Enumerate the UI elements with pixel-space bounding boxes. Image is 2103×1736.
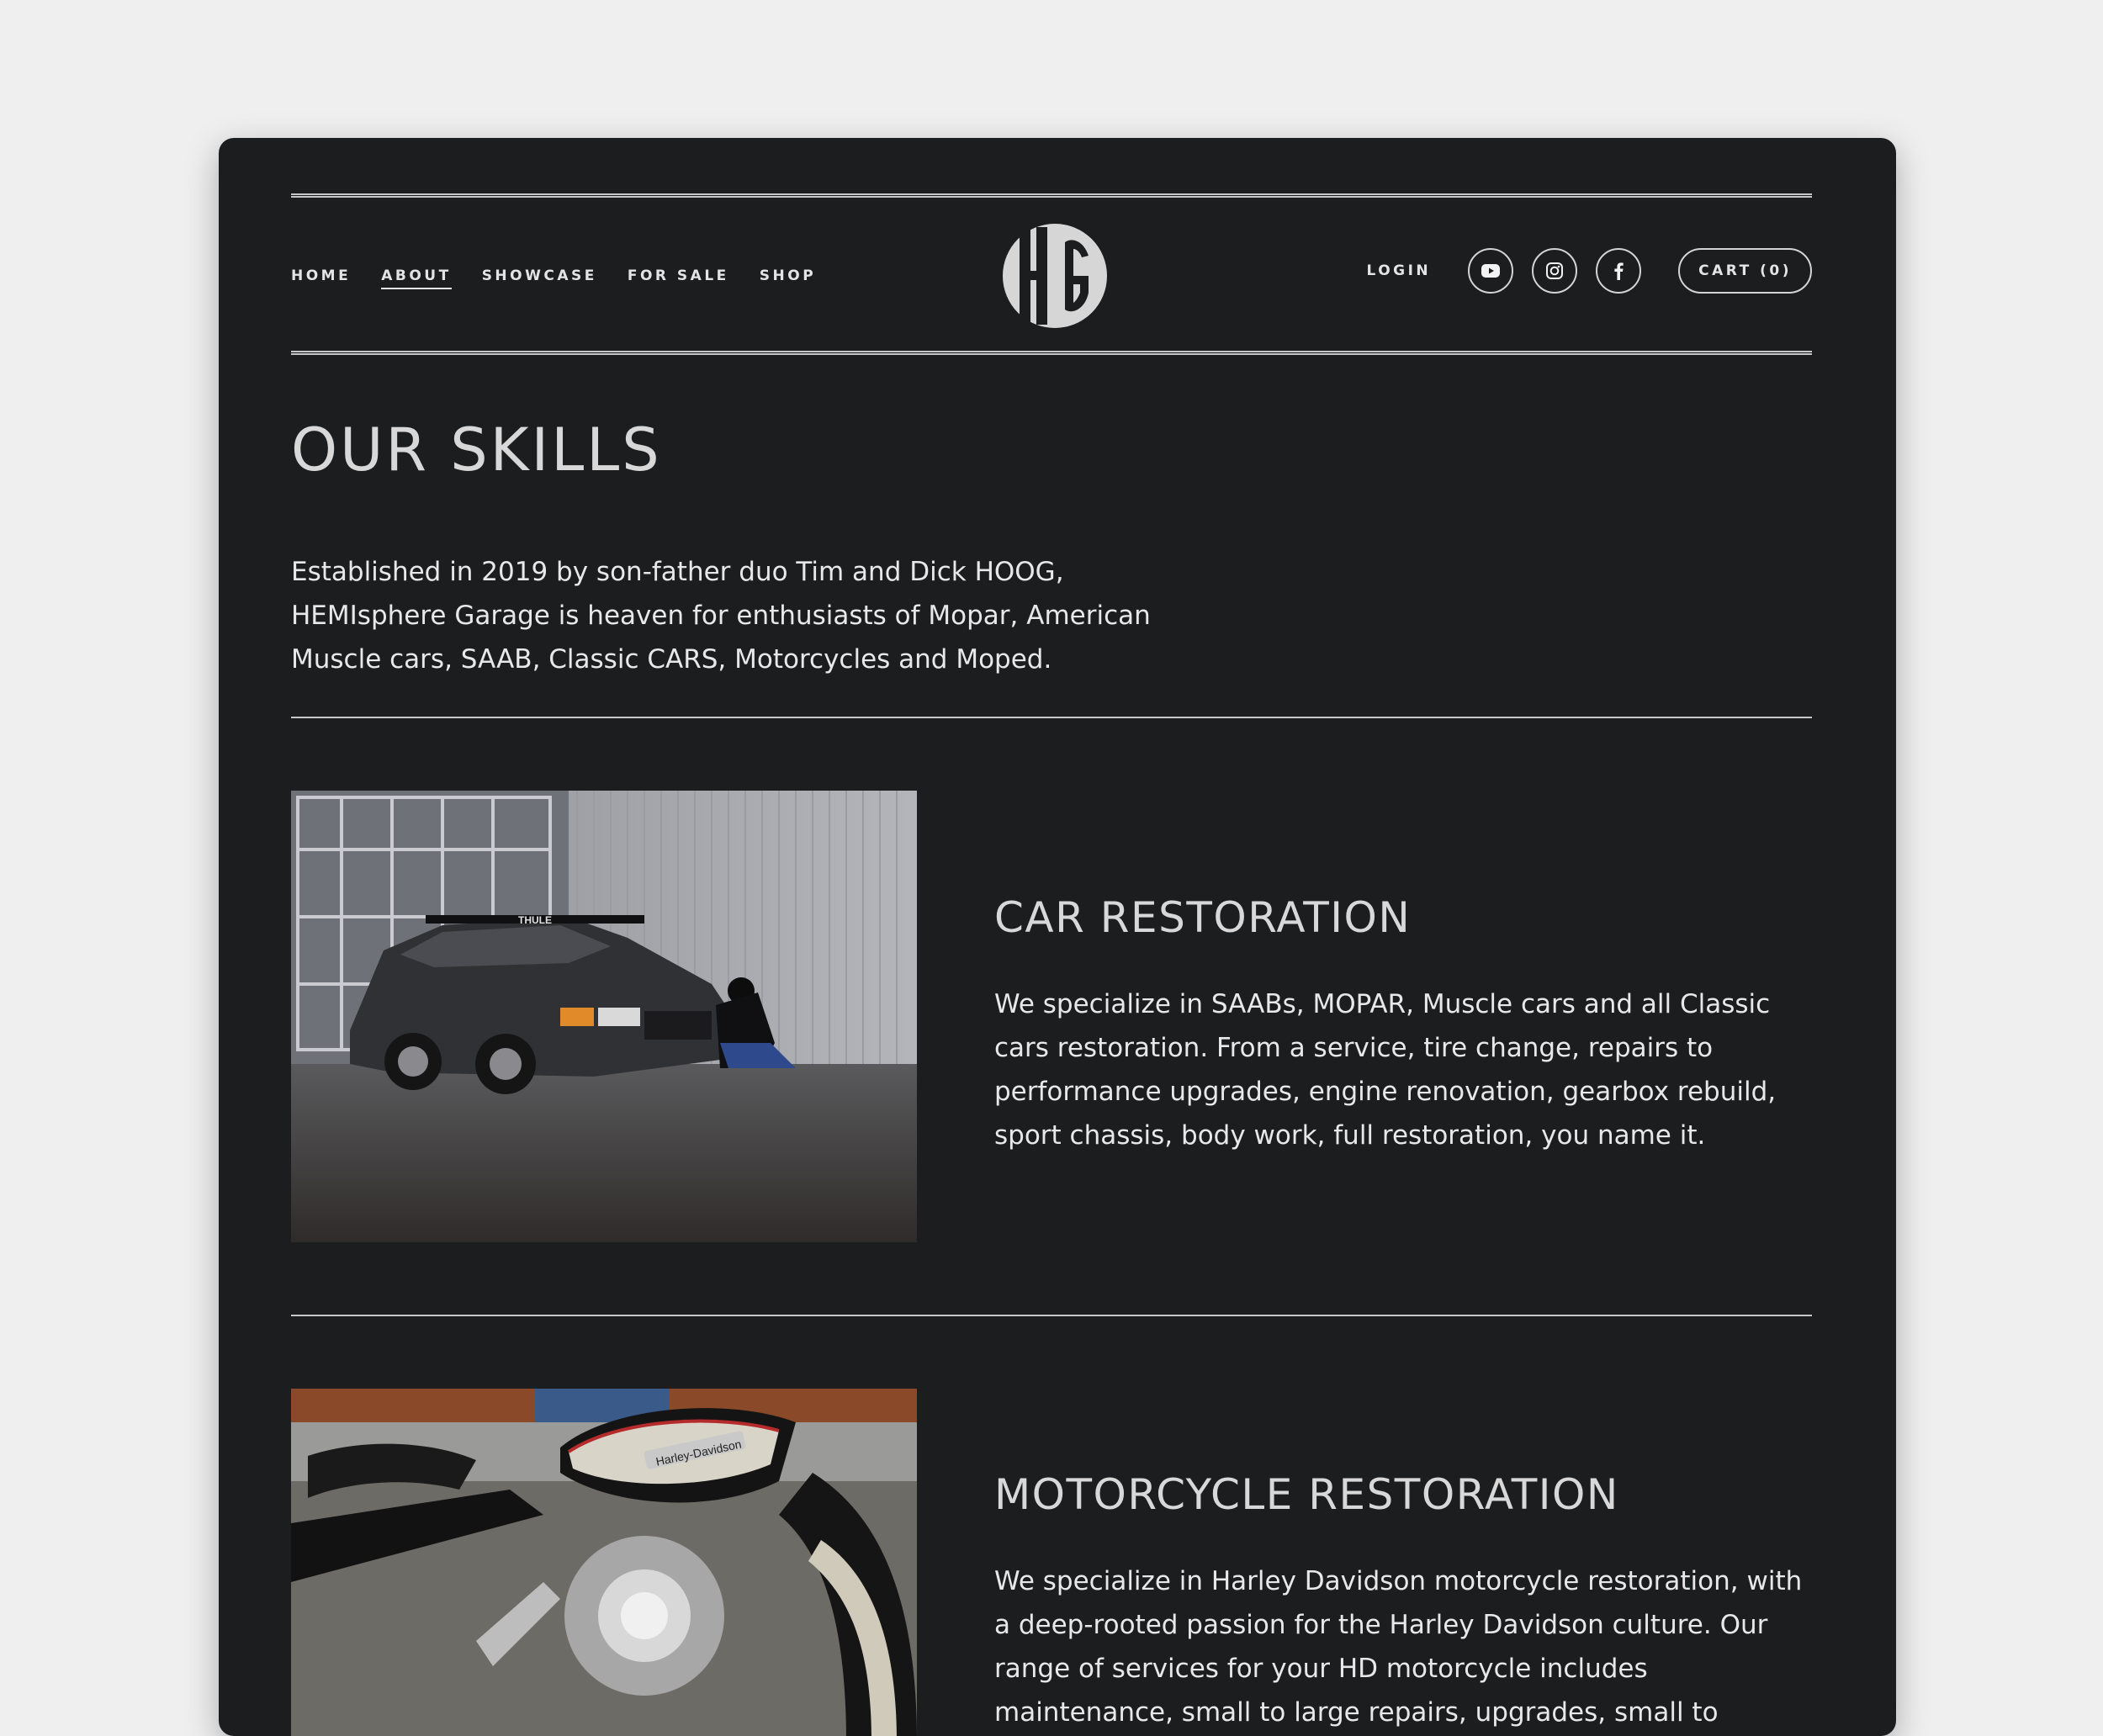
- youtube-button[interactable]: [1468, 248, 1514, 294]
- nav-showcase[interactable]: SHOWCASE: [482, 267, 597, 289]
- header-bottom-rule: [291, 351, 1812, 355]
- intro-text: Established in 2019 by son-father duo Ti…: [291, 557, 1151, 675]
- motorcycle-restoration-text: We specialize in Harley Davidson motorcy…: [994, 1566, 1803, 1728]
- facebook-button[interactable]: [1596, 248, 1642, 294]
- site-window: HOME ABOUT SHOWCASE FOR SALE SHOP LOGIN: [219, 138, 1896, 1736]
- header-top-rule: [291, 193, 1812, 198]
- facebook-icon: [1614, 262, 1624, 280]
- cart-button[interactable]: CART (0): [1678, 248, 1812, 294]
- nav-home[interactable]: HOME: [291, 267, 351, 289]
- nav-shop[interactable]: SHOP: [760, 267, 816, 289]
- header-actions: LOGIN CART (0): [1366, 247, 1812, 294]
- youtube-icon: [1481, 264, 1501, 278]
- hg-logo[interactable]: [1001, 222, 1109, 330]
- section-divider: [291, 717, 1812, 718]
- section-divider: [291, 1315, 1812, 1316]
- page-title: OUR SKILLS: [291, 415, 662, 484]
- car-restoration-image: THULE: [291, 791, 917, 1242]
- motorcycle-restoration-image: Harley-Davidson: [291, 1389, 917, 1736]
- instagram-icon: [1546, 262, 1564, 279]
- motorcycle-restoration-title: MOTORCYCLE RESTORATION: [994, 1470, 1619, 1519]
- main-nav: HOME ABOUT SHOWCASE FOR SALE SHOP: [291, 267, 816, 289]
- nav-about[interactable]: ABOUT: [381, 267, 452, 289]
- instagram-button[interactable]: [1532, 248, 1578, 294]
- car-restoration-title: CAR RESTORATION: [994, 893, 1412, 942]
- nav-for-sale[interactable]: FOR SALE: [628, 267, 729, 289]
- car-restoration-text: We specialize in SAABs, MOPAR, Muscle ca…: [994, 989, 1777, 1151]
- roof-box-label: THULE: [518, 914, 552, 926]
- login-link[interactable]: LOGIN: [1366, 262, 1431, 279]
